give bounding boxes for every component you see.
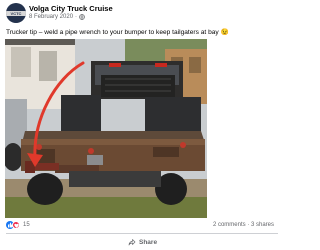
globe-icon bbox=[79, 14, 85, 20]
truck-photo-illustration bbox=[5, 39, 207, 218]
post-date[interactable]: 8 February 2020 bbox=[29, 14, 73, 20]
share-button[interactable]: Share bbox=[128, 236, 157, 248]
post-author[interactable]: Volga City Truck Cruise bbox=[29, 4, 113, 13]
meta-separator: · bbox=[75, 14, 78, 20]
post-header: VCTC Volga City Truck Cruise 8 February … bbox=[0, 0, 284, 26]
facebook-post: VCTC Volga City Truck Cruise 8 February … bbox=[0, 0, 284, 250]
share-arrow-icon bbox=[128, 238, 136, 246]
reaction-stats: 15 2 comments · 3 shares bbox=[6, 221, 278, 231]
post-meta: 8 February 2020 · bbox=[29, 14, 85, 20]
post-caption: Trucker tip – weld a pipe wrench to your… bbox=[6, 29, 229, 36]
reaction-count[interactable]: 15 bbox=[23, 222, 30, 228]
avatar-logo-text: VCTC bbox=[10, 11, 22, 16]
comments-shares-count[interactable]: 2 comments · 3 shares bbox=[213, 222, 274, 228]
share-label: Share bbox=[139, 238, 158, 246]
page-avatar[interactable]: VCTC bbox=[6, 3, 26, 23]
love-icon[interactable] bbox=[12, 221, 20, 229]
post-photo[interactable] bbox=[5, 39, 207, 218]
action-divider bbox=[6, 233, 278, 234]
